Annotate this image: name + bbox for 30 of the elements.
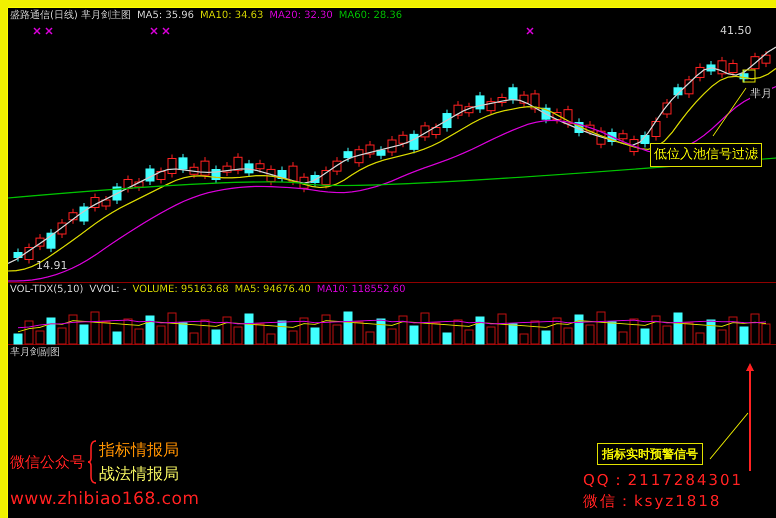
alert-callout: 指标实时预警信号	[597, 443, 703, 465]
signal-marker	[742, 70, 756, 82]
sub-chart-title: 芈月剑副图	[10, 346, 60, 360]
brace-icon	[87, 440, 97, 484]
leader-line	[712, 88, 746, 136]
cross-marker-icon	[45, 27, 53, 35]
volume-legend-value: MA5: 94676.40	[234, 283, 311, 296]
ma-legend-value: MA10: 34.63	[200, 9, 264, 22]
cross-marker-icon	[526, 27, 534, 35]
volume-legend-value: MA10: 118552.60	[316, 283, 406, 296]
account-name: 战法情报局	[99, 463, 179, 485]
qq-contact: QQ：2117284301	[583, 470, 744, 491]
cross-marker-icon	[150, 27, 158, 35]
high-price-label: 41.50	[720, 23, 752, 39]
filter-callout: 低位入池信号过滤	[650, 143, 762, 167]
ma-legend-value: MA60: 28.36	[338, 9, 402, 22]
signal-label: 芈月	[750, 86, 772, 102]
volume-legend-value: VOLUME: 95163.68	[132, 283, 229, 296]
chart-title: 盛路通信(日线) 芈月剑主图	[10, 9, 131, 22]
website-url: www.zhibiao168.com	[10, 488, 200, 511]
volume-legend-value: VVOL: -	[89, 283, 126, 296]
cross-marker-icon	[162, 27, 170, 35]
wechat-account-label: 微信公众号	[10, 452, 85, 473]
volume-legend-value: VOL-TDX(5,10)	[10, 283, 84, 296]
account-name: 指标情报局	[99, 439, 179, 461]
low-price-label: 14.91	[36, 258, 68, 274]
cross-marker-icon	[33, 27, 41, 35]
ma-legend-value: MA5: 35.96	[136, 9, 194, 22]
ma-legend-value: MA20: 32.30	[269, 9, 333, 22]
wechat-contact: 微信：ksyz1818	[583, 491, 722, 512]
